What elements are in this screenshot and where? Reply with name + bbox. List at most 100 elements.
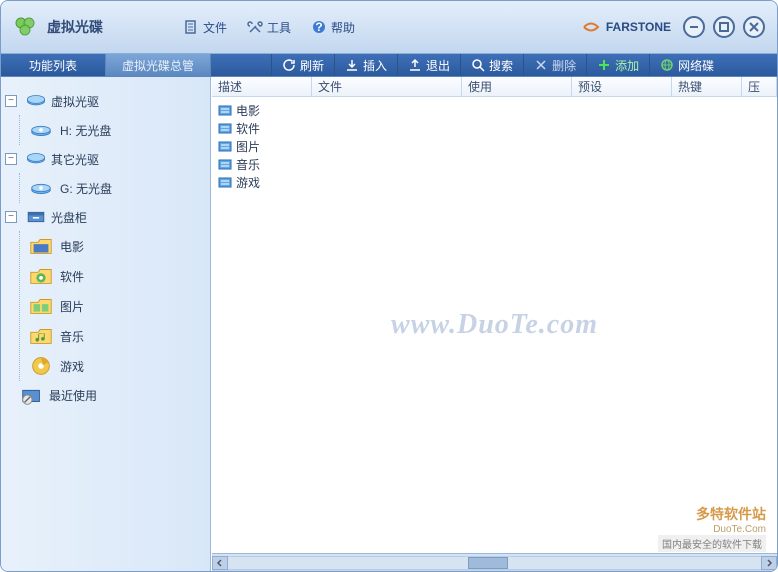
tree-subnode-drive-h[interactable]: H: 无光盘 [28, 115, 204, 145]
picture-icon [28, 295, 54, 317]
menu-help[interactable]: ? 帮助 [311, 19, 355, 36]
add-button[interactable]: 添加 [586, 54, 649, 76]
insert-label: 插入 [363, 57, 387, 74]
movies-label: 电影 [60, 238, 84, 255]
minimize-button[interactable] [683, 16, 705, 38]
refresh-button[interactable]: 刷新 [271, 54, 334, 76]
drive-h-label: H: 无光盘 [60, 122, 111, 139]
list-item[interactable]: 图片 [218, 137, 771, 155]
menu-tools[interactable]: 工具 [247, 19, 291, 36]
collapse-toggle[interactable]: − [5, 153, 17, 165]
delete-icon [534, 58, 548, 72]
insert-button[interactable]: 插入 [334, 54, 397, 76]
tree-subnode-music[interactable]: 音乐 [28, 321, 204, 351]
col-usage[interactable]: 使用 [462, 77, 572, 96]
menu-file-label: 文件 [203, 19, 227, 36]
music-label: 音乐 [60, 328, 84, 345]
tree-node-recent[interactable]: 最近使用 [19, 381, 204, 409]
other-drive-label: 其它光驱 [51, 151, 99, 168]
pictures-label: 图片 [60, 298, 84, 315]
list-item-label: 软件 [236, 120, 260, 137]
list-item-label: 游戏 [236, 174, 260, 191]
tools-icon [247, 19, 263, 35]
search-label: 搜索 [489, 57, 513, 74]
search-icon [471, 58, 485, 72]
window-controls [683, 16, 765, 38]
list-item[interactable]: 电影 [218, 101, 771, 119]
cabinet-label: 光盘柜 [51, 209, 87, 226]
col-file[interactable]: 文件 [312, 77, 462, 96]
recent-label: 最近使用 [49, 387, 97, 404]
app-icon [13, 15, 37, 39]
movie-icon [28, 235, 54, 257]
add-label: 添加 [615, 57, 639, 74]
svg-text:?: ? [315, 20, 322, 34]
help-icon: ? [311, 19, 327, 35]
delete-label: 删除 [552, 57, 576, 74]
exit-button[interactable]: 退出 [397, 54, 460, 76]
tree-subnode-pictures[interactable]: 图片 [28, 291, 204, 321]
netdisk-button[interactable]: 网络碟 [649, 54, 724, 76]
recent-icon [19, 384, 45, 406]
watermark: www.DuoTe.com [391, 309, 598, 341]
col-compress[interactable]: 压 [742, 77, 777, 96]
category-icon [218, 139, 232, 153]
tree-node-cabinet[interactable]: − 光盘柜 [5, 203, 204, 231]
tree-subnode-movies[interactable]: 电影 [28, 231, 204, 261]
collapse-toggle[interactable]: − [5, 211, 17, 223]
tree-node-other-drive[interactable]: − 其它光驱 [5, 145, 204, 173]
drive-icon [28, 119, 54, 141]
tab-function-list[interactable]: 功能列表 [1, 54, 106, 76]
category-icon [218, 175, 232, 189]
category-icon [218, 103, 232, 117]
list-item[interactable]: 游戏 [218, 173, 771, 191]
col-hotkey[interactable]: 热键 [672, 77, 742, 96]
col-preset[interactable]: 预设 [572, 77, 672, 96]
sidebar-tabs: 功能列表 虚拟光碟总管 [1, 54, 211, 76]
scroll-track[interactable] [228, 556, 761, 570]
body-area: − 虚拟光驱 H: 无光盘 − 其它光驱 [1, 77, 777, 571]
scroll-left-button[interactable] [212, 556, 228, 570]
refresh-icon [282, 58, 296, 72]
scroll-thumb[interactable] [468, 557, 508, 569]
globe-icon [660, 58, 674, 72]
category-icon [218, 121, 232, 135]
tree-subnode-software[interactable]: 软件 [28, 261, 204, 291]
scroll-right-button[interactable] [761, 556, 777, 570]
brand-logo: FARSTONE [582, 18, 671, 36]
list-item[interactable]: 软件 [218, 119, 771, 137]
collapse-toggle[interactable]: − [5, 95, 17, 107]
search-button[interactable]: 搜索 [460, 54, 523, 76]
disc-icon [28, 355, 54, 377]
main-panel: 描述 文件 使用 预设 热键 压 电影 软件 图片 [211, 77, 777, 571]
horizontal-scrollbar [212, 553, 777, 571]
plus-icon [597, 58, 611, 72]
netdisk-label: 网络碟 [678, 57, 714, 74]
category-icon [218, 157, 232, 171]
menu-help-label: 帮助 [331, 19, 355, 36]
music-icon [28, 325, 54, 347]
list-item-label: 电影 [236, 102, 260, 119]
close-button[interactable] [743, 16, 765, 38]
cabinet-icon [25, 208, 47, 226]
virtual-drive-label: 虚拟光驱 [51, 93, 99, 110]
games-label: 游戏 [60, 358, 84, 375]
col-description[interactable]: 描述 [212, 77, 312, 96]
tab-vcd-manager[interactable]: 虚拟光碟总管 [106, 54, 211, 76]
maximize-button[interactable] [713, 16, 735, 38]
drive-icon [25, 92, 47, 110]
tree-subnode-drive-g[interactable]: G: 无光盘 [28, 173, 204, 203]
toolbar: 刷新 插入 退出 搜索 删除 添加 [211, 54, 777, 76]
list-item[interactable]: 音乐 [218, 155, 771, 173]
delete-button[interactable]: 删除 [523, 54, 586, 76]
list-item-label: 音乐 [236, 156, 260, 173]
eject-icon [408, 58, 422, 72]
menu-bar: 文件 工具 ? 帮助 [183, 19, 355, 36]
menu-file[interactable]: 文件 [183, 19, 227, 36]
tree-subnode-games[interactable]: 游戏 [28, 351, 204, 381]
tabs-and-toolbar-row: 功能列表 虚拟光碟总管 刷新 插入 退出 搜索 删除 [1, 53, 777, 77]
drive-icon [25, 150, 47, 168]
file-icon [183, 19, 199, 35]
refresh-label: 刷新 [300, 57, 324, 74]
tree-node-virtual-drive[interactable]: − 虚拟光驱 [5, 87, 204, 115]
